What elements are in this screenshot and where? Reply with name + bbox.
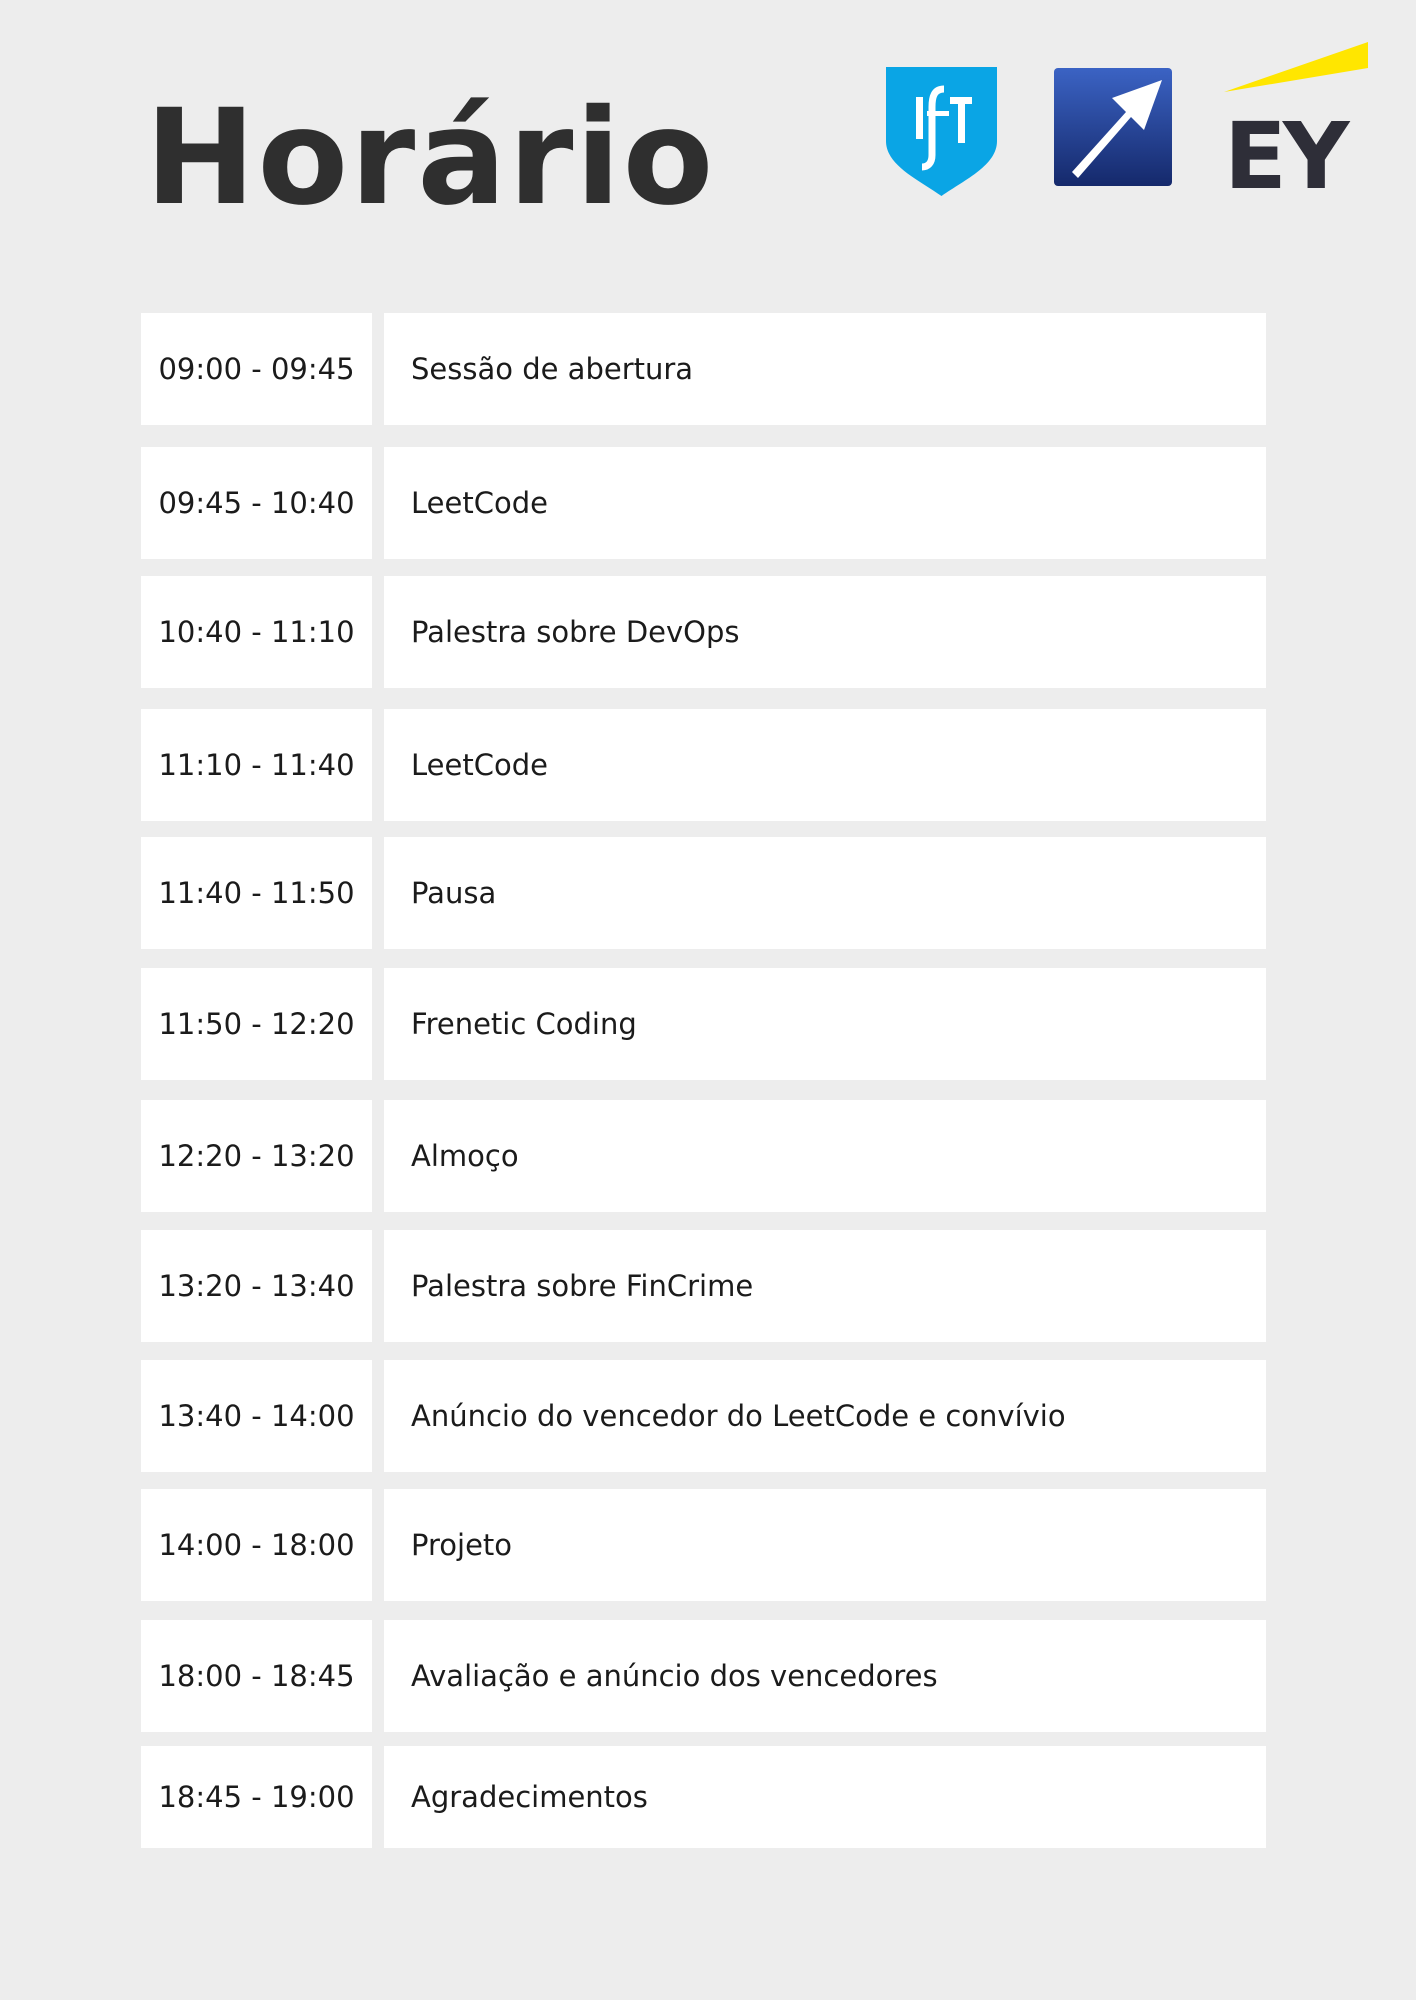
event-name: Agradecimentos — [384, 1746, 1266, 1848]
ey-logo: EY — [1224, 42, 1368, 192]
time-slot: 12:20 - 13:20 — [141, 1100, 372, 1212]
time-slot: 09:00 - 09:45 — [141, 313, 372, 425]
event-name: LeetCode — [384, 709, 1266, 821]
time-slot: 09:45 - 10:40 — [141, 447, 372, 559]
schedule-row: 10:40 - 11:10 Palestra sobre DevOps — [141, 576, 1266, 688]
time-slot: 13:40 - 14:00 — [141, 1360, 372, 1472]
schedule-row: 18:00 - 18:45 Avaliação e anúncio dos ve… — [141, 1620, 1266, 1732]
event-name: Palestra sobre DevOps — [384, 576, 1266, 688]
schedule-row: 11:50 - 12:20 Frenetic Coding — [141, 968, 1266, 1080]
event-name: Palestra sobre FinCrime — [384, 1230, 1266, 1342]
event-name: Anúncio do vencedor do LeetCode e convív… — [384, 1360, 1266, 1472]
time-slot: 10:40 - 11:10 — [141, 576, 372, 688]
ist-shield-logo — [886, 67, 997, 196]
schedule-row: 13:40 - 14:00 Anúncio do vencedor do Lee… — [141, 1360, 1266, 1472]
time-slot: 11:40 - 11:50 — [141, 837, 372, 949]
arrow-logo — [1054, 68, 1172, 186]
schedule-row: 13:20 - 13:40 Palestra sobre FinCrime — [141, 1230, 1266, 1342]
page-title: Horário — [145, 81, 716, 235]
event-name: Projeto — [384, 1489, 1266, 1601]
time-slot: 11:10 - 11:40 — [141, 709, 372, 821]
event-name: Pausa — [384, 837, 1266, 949]
event-name: Sessão de abertura — [384, 313, 1266, 425]
event-name: Frenetic Coding — [384, 968, 1266, 1080]
event-name: Almoço — [384, 1100, 1266, 1212]
schedule-row: 11:10 - 11:40 LeetCode — [141, 709, 1266, 821]
schedule-row: 09:00 - 09:45 Sessão de abertura — [141, 313, 1266, 425]
svg-text:EY: EY — [1224, 103, 1351, 192]
schedule-row: 09:45 - 10:40 LeetCode — [141, 447, 1266, 559]
schedule-row: 12:20 - 13:20 Almoço — [141, 1100, 1266, 1212]
time-slot: 18:00 - 18:45 — [141, 1620, 372, 1732]
time-slot: 11:50 - 12:20 — [141, 968, 372, 1080]
event-name: Avaliação e anúncio dos vencedores — [384, 1620, 1266, 1732]
time-slot: 18:45 - 19:00 — [141, 1746, 372, 1848]
time-slot: 13:20 - 13:40 — [141, 1230, 372, 1342]
event-name: LeetCode — [384, 447, 1266, 559]
schedule-row: 14:00 - 18:00 Projeto — [141, 1489, 1266, 1601]
schedule-row: 11:40 - 11:50 Pausa — [141, 837, 1266, 949]
schedule-row: 18:45 - 19:00 Agradecimentos — [141, 1746, 1266, 1848]
time-slot: 14:00 - 18:00 — [141, 1489, 372, 1601]
